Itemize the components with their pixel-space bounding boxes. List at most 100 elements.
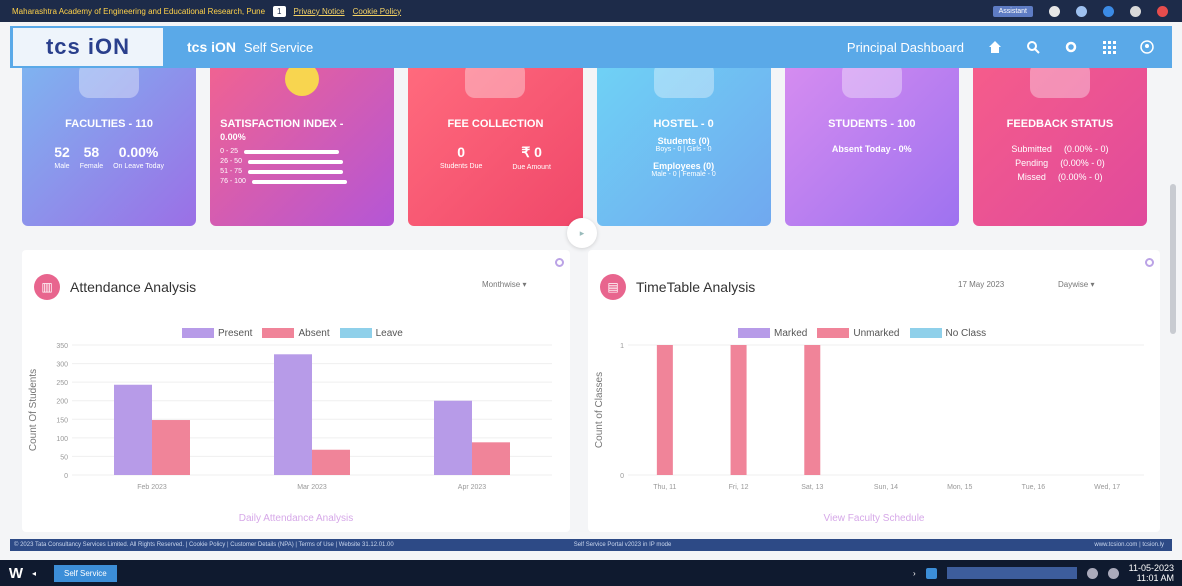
privacy-notice-link[interactable]: Privacy Notice <box>294 7 345 16</box>
start-button[interactable]: W <box>0 565 32 582</box>
info-icon[interactable] <box>1103 5 1114 17</box>
os-taskbar: W ◂ Self Service › 11-05-2023 11:01 AM <box>0 560 1182 586</box>
y-tick-label: 150 <box>56 417 68 424</box>
copyright-text: © 2023 Tata Consultancy Services Limited… <box>14 542 394 548</box>
faculties-illustration <box>79 68 140 98</box>
leave-label: On Leave Today <box>113 163 164 170</box>
due-amount-label: Due Amount <box>512 164 551 171</box>
hostel-title: HOSTEL - 0 <box>653 118 714 130</box>
app-header: tcs iON tcs iON Self Service Principal D… <box>10 26 1172 68</box>
taskbar-time: 11:01 AM <box>1136 573 1174 583</box>
x-tick-label: Fri, 12 <box>729 484 749 491</box>
hostel-employees-detail: Male - 0 | Female - 0 <box>651 171 716 178</box>
y-tick-label: 50 <box>60 454 68 461</box>
settings-icon[interactable] <box>1107 567 1119 579</box>
feedback-pending-value: (0.00% - 0) <box>1060 158 1105 168</box>
students-card[interactable]: STUDENTS - 100 Absent Today - 0% <box>784 68 959 226</box>
taskbar-date: 11-05-2023 <box>1128 563 1174 573</box>
x-tick-label: Tue, 16 <box>1022 484 1046 491</box>
bar-absent <box>312 449 350 475</box>
fee-title: FEE COLLECTION <box>447 118 544 130</box>
x-tick-label: Sat, 13 <box>801 484 823 491</box>
hostel-employees: Employees (0) <box>653 161 715 171</box>
search-icon[interactable] <box>1026 40 1040 54</box>
institute-name: Maharashtra Academy of Engineering and E… <box>12 6 266 16</box>
students-illustration <box>841 68 902 98</box>
range-2: 26 - 50 <box>220 158 242 165</box>
timetable-chart: Count of Classes 0 1 Thu, 11 Fri, 12 Sat, 13 S… <box>594 343 1144 491</box>
user-badge[interactable]: 1 <box>273 5 286 17</box>
fee-collection-card[interactable]: FEE COLLECTION 0 Students Due ₹ 0 Due Amou… <box>408 68 583 226</box>
expand-icon[interactable] <box>1076 5 1087 17</box>
students-due-label: Students Due <box>439 163 483 170</box>
hostel-card[interactable]: HOSTEL - 0 Students (0) Boys - 0 | Girls… <box>596 68 771 226</box>
home-icon[interactable] <box>988 40 1002 54</box>
feedback-pending-label: Pending <box>1015 158 1049 168</box>
notification-icon[interactable] <box>1049 5 1060 17</box>
dashboard-selector[interactable]: Principal Dashboard <box>847 40 964 55</box>
feedback-submitted-value: (0.00% - 0) <box>1063 144 1109 154</box>
bar-unmarked <box>656 345 673 475</box>
tcs-ion-logo[interactable]: tcs iON <box>13 28 163 66</box>
hostel-students-detail: Boys - 0 | Girls - 0 <box>655 146 712 153</box>
feedback-missed-value: (0.00% - 0) <box>1057 172 1103 182</box>
satisfaction-card[interactable]: SATISFACTION INDEX - 0.00% 0 - 25 26 - 5… <box>210 68 395 226</box>
back-arrow-icon[interactable]: ◂ <box>32 569 36 578</box>
due-amount: ₹ 0 <box>521 144 542 160</box>
taskbar-app-self-service[interactable]: Self Service <box>54 564 117 582</box>
fee-illustration <box>465 68 526 98</box>
leave-percent: 0.00% <box>118 144 159 160</box>
students-due-count: 0 <box>457 144 466 160</box>
x-tick-label: Apr 2023 <box>458 484 487 491</box>
emoji-icon <box>285 68 320 96</box>
female-count: 58 <box>83 144 100 160</box>
tray-app-icon[interactable] <box>925 567 937 579</box>
tray-arrow-icon[interactable]: › <box>913 569 916 578</box>
hostel-students: Students (0) <box>657 136 710 146</box>
collapse-toggle-button[interactable]: ▸ <box>567 218 597 248</box>
attendance-analysis-panel: ▥ Attendance Analysis Monthwise ▾ Presen… <box>22 250 570 532</box>
power-icon[interactable] <box>1157 5 1168 17</box>
feedback-card[interactable]: FEEDBACK STATUS Submitted (0.00% - 0) Pen… <box>972 68 1148 226</box>
faculties-title: FACULTIES - 110 <box>65 118 153 130</box>
bar-unmarked <box>730 345 747 475</box>
view-faculty-schedule-link[interactable]: View Faculty Schedule <box>588 513 1160 524</box>
bar-absent <box>152 420 190 475</box>
taskbar-search-box[interactable] <box>946 567 1077 579</box>
feedback-missed-label: Missed <box>1017 172 1046 182</box>
summary-cards: FACULTIES - 110 52 Male 58 Female 0.00% On … <box>22 68 1148 226</box>
user-avatar-icon[interactable] <box>1140 40 1154 54</box>
bar-absent <box>472 442 510 475</box>
role-selector[interactable]: Assistant <box>992 5 1033 17</box>
settings-icon[interactable] <box>1130 5 1141 17</box>
status-mid-text: Self Service Portal v2023 in IP mode <box>573 542 672 548</box>
daily-attendance-link[interactable]: Daily Attendance Analysis <box>22 513 570 524</box>
x-tick-label: Mar 2023 <box>297 484 327 491</box>
apps-grid-icon[interactable] <box>1102 40 1116 54</box>
y-tick-label: 200 <box>56 399 68 406</box>
bar-present <box>274 354 312 475</box>
cookie-policy-link[interactable]: Cookie Policy <box>353 7 401 16</box>
x-tick-label: Mon, 15 <box>947 484 972 491</box>
bar-present <box>114 384 152 475</box>
app-suffix: Self Service <box>243 40 314 55</box>
feedback-submitted-label: Submitted <box>1011 144 1052 154</box>
feedback-title: FEEDBACK STATUS <box>1006 118 1114 130</box>
timetable-analysis-panel: ▤ TimeTable Analysis 17 May 2023 Daywise… <box>588 250 1160 532</box>
x-tick-label: Wed, 17 <box>1094 484 1120 491</box>
y-axis-label: Count Of Students <box>28 369 39 451</box>
top-info-strip: Maharashtra Academy of Engineering and E… <box>0 0 1182 22</box>
bar-unmarked <box>804 345 821 475</box>
status-bar: © 2023 Tata Consultancy Services Limited… <box>10 539 1172 551</box>
faculties-card[interactable]: FACULTIES - 110 52 Male 58 Female 0.00% On … <box>22 68 197 226</box>
people-icon[interactable] <box>1086 567 1098 579</box>
app-title: tcs iON Self Service <box>187 39 313 55</box>
gear-icon[interactable] <box>1064 40 1078 54</box>
y-tick-label: 0 <box>620 473 624 480</box>
range-1: 0 - 25 <box>220 148 239 155</box>
hostel-illustration <box>653 68 714 98</box>
bar-present <box>434 400 472 475</box>
satisfaction-title: SATISFACTION INDEX - <box>220 118 344 130</box>
range-3: 51 - 75 <box>220 168 242 175</box>
page-scrollbar[interactable] <box>1170 184 1176 334</box>
